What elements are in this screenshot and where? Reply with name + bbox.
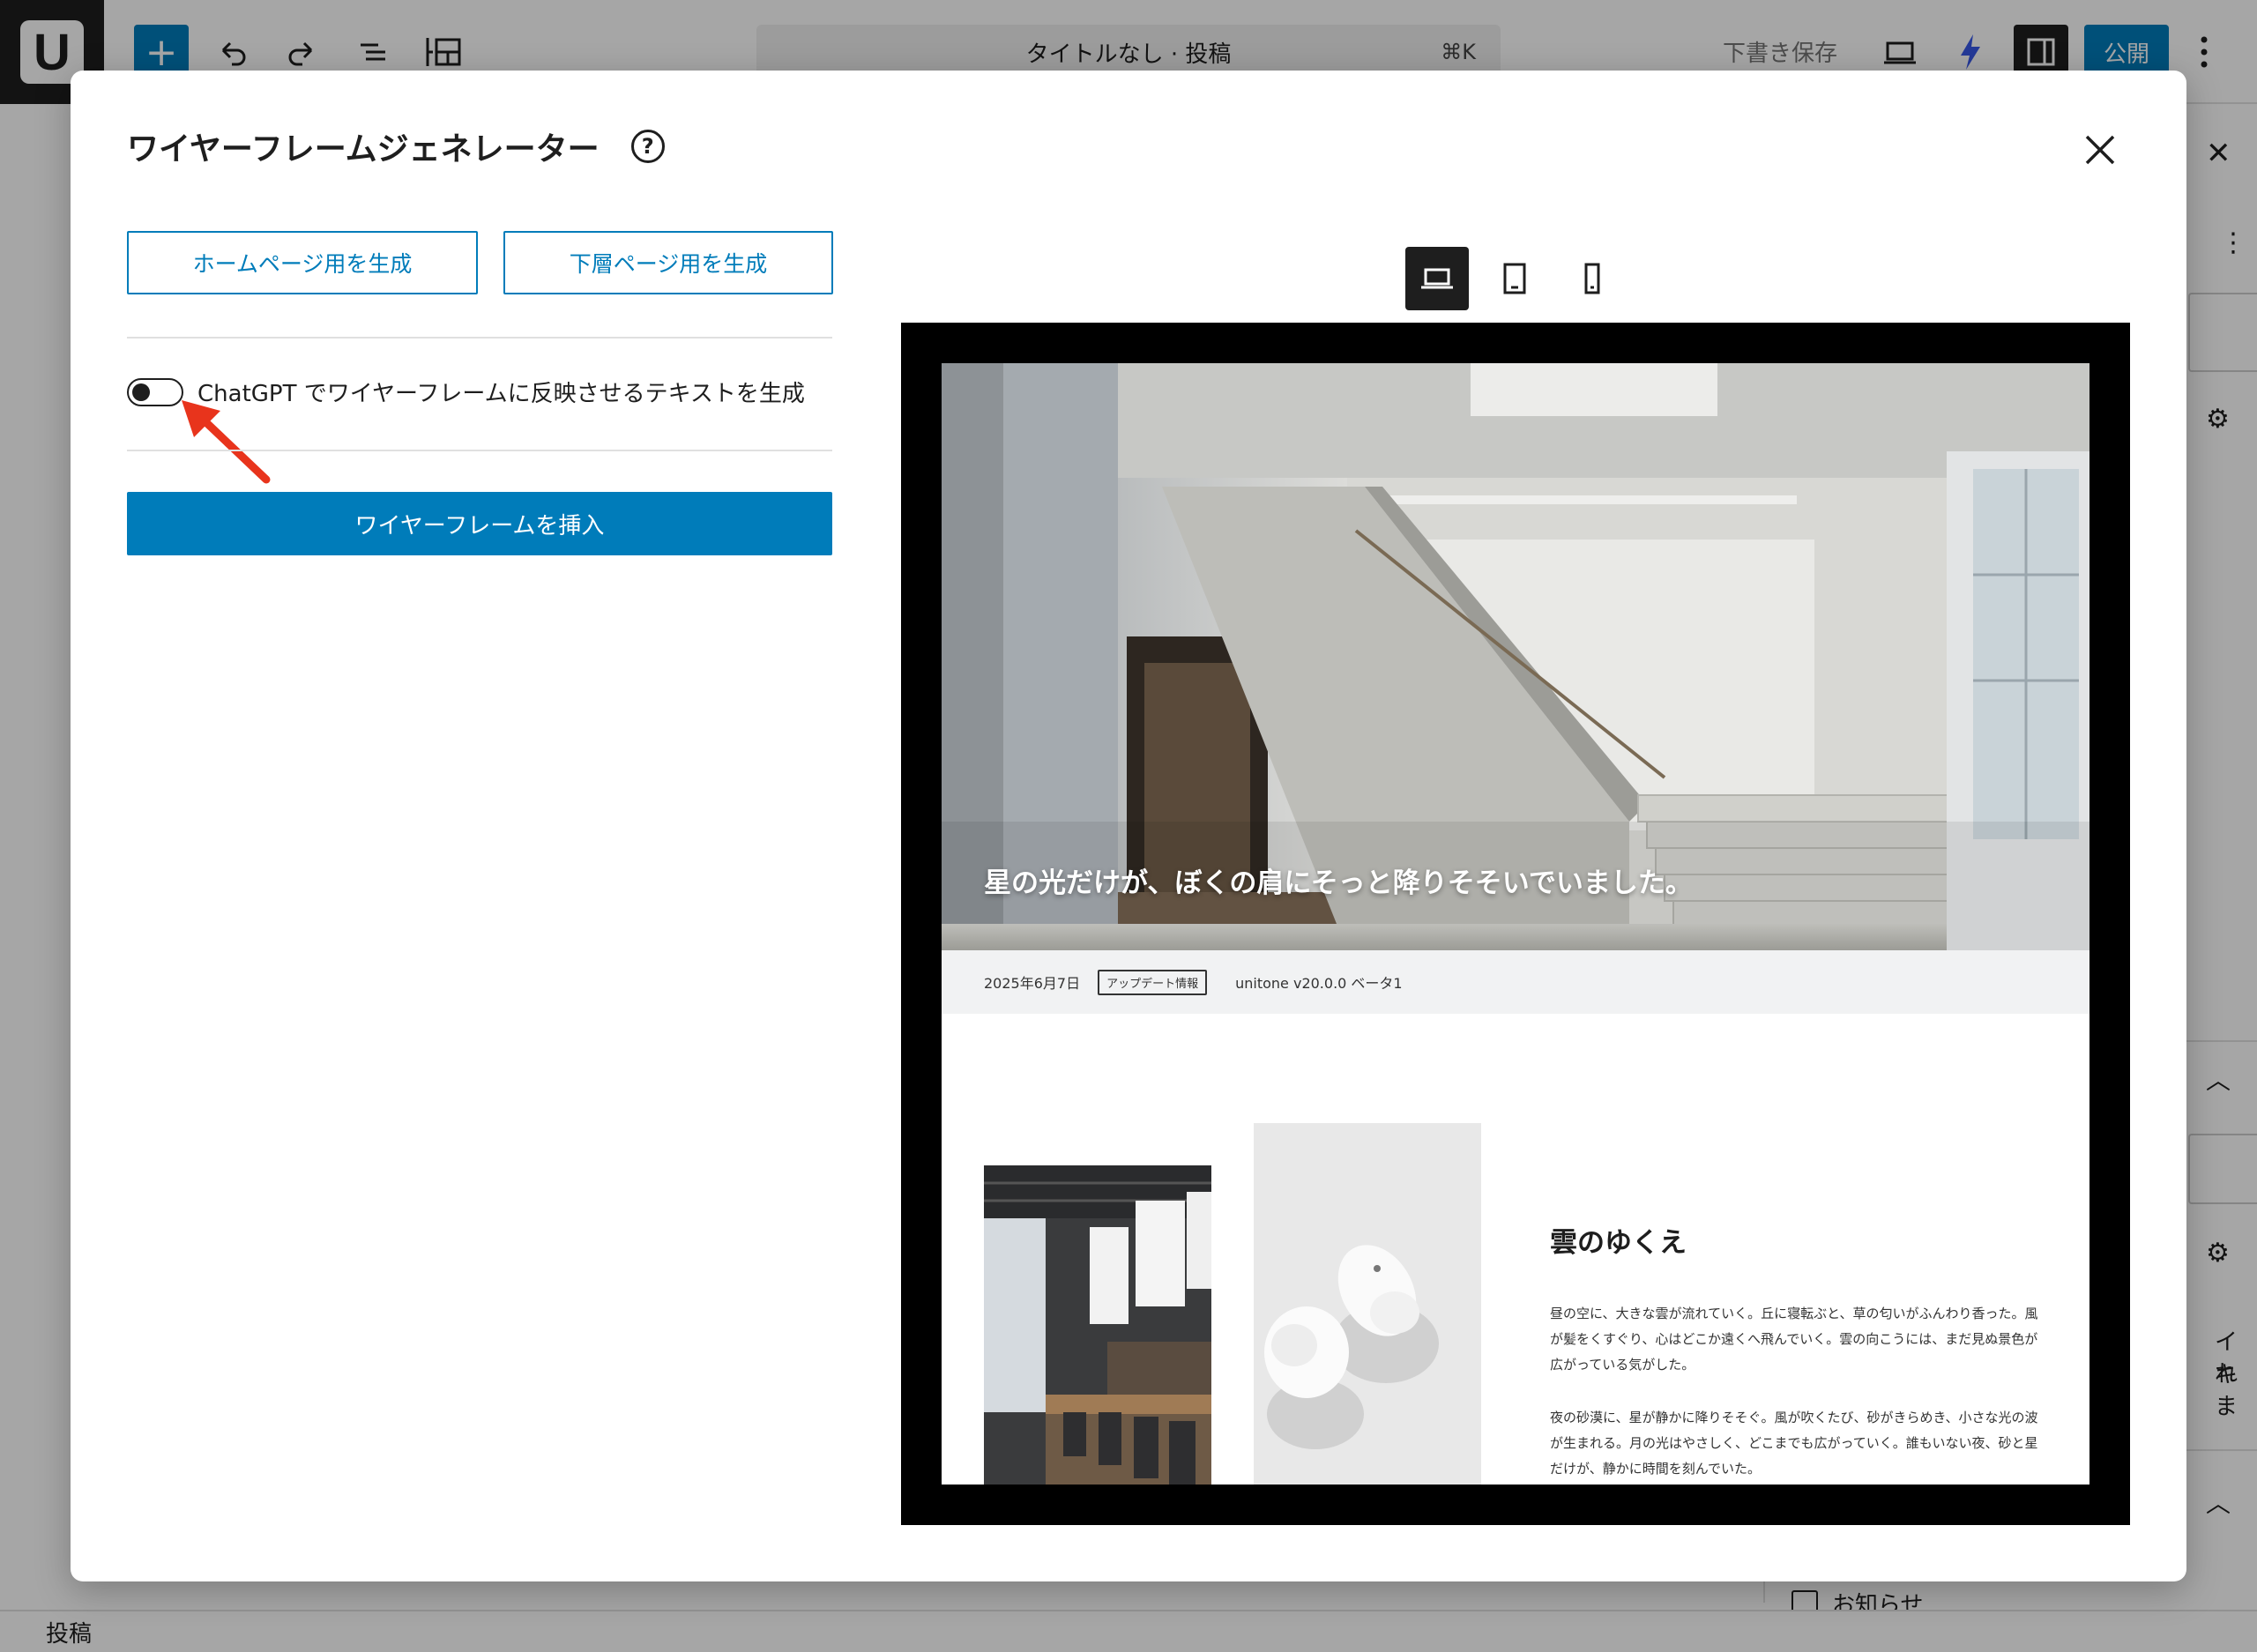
close-icon [2085, 135, 2115, 165]
tablet-icon [1503, 263, 1526, 294]
article-heading: 雲のゆくえ [1550, 1227, 1687, 1259]
device-switcher [1405, 247, 1624, 310]
divider-2 [127, 450, 832, 451]
help-icon[interactable]: ? [630, 130, 665, 163]
device-tablet-button[interactable] [1483, 247, 1546, 310]
article-paragraph-2: 夜の砂漠に、星が静かに降りそそぐ。風が吹くたび、砂がきらめき、小さな光の波が生ま… [1550, 1410, 2038, 1477]
chatgpt-toggle[interactable] [127, 377, 183, 406]
cafe-photo [984, 1165, 1211, 1485]
news-item[interactable]: 2025年6月7日 アップデート情報 unitone v20.0.0 ベータ1 [942, 950, 2089, 1014]
news-date: 2025年6月7日 [984, 975, 1081, 992]
toggle-knob [132, 383, 150, 401]
insert-wireframe-button[interactable]: ワイヤーフレームを挿入 [127, 492, 832, 555]
wireframe-preview-page[interactable]: 星の光だけが、ぼくの肩にそっと降りそそいでいました。 2025年6月7日 アップ… [942, 363, 2089, 1485]
article-paragraph: 昼の空に、大きな雲が流れていく。丘に寝転ぶと、草の匂いがふんわり香った。風が髪を… [1550, 1306, 2038, 1373]
modal-title: ワイヤーフレームジェネレーター [127, 131, 600, 167]
generate-home-button[interactable]: ホームページ用を生成 [127, 231, 478, 294]
divider [127, 337, 832, 339]
close-button[interactable] [2075, 125, 2125, 175]
modal-header: ワイヤーフレームジェネレーター ? [127, 123, 665, 169]
news-tag[interactable]: アップデート情報 [1098, 969, 1208, 995]
wireframe-generator-modal: ワイヤーフレームジェネレーター ? ホームページ用を生成 下層ページ用を生成 C… [71, 71, 2186, 1581]
generate-lower-page-button[interactable]: 下層ページ用を生成 [503, 231, 833, 294]
earbuds-photo [1254, 1123, 1481, 1485]
earbuds-image [1254, 1123, 1481, 1485]
device-mobile-button[interactable] [1561, 247, 1624, 310]
chatgpt-toggle-label[interactable]: ChatGPT でワイヤーフレームに反映させるテキストを生成 [197, 376, 805, 408]
device-desktop-button[interactable] [1405, 247, 1469, 310]
news-title[interactable]: unitone v20.0.0 ベータ1 [1235, 971, 1403, 993]
hero-text: 星の光だけが、ぼくの肩にそっと降りそそいでいました。 [984, 867, 1693, 899]
wireframe-preview-frame: 星の光だけが、ぼくの肩にそっと降りそそいでいました。 2025年6月7日 アップ… [901, 323, 2130, 1525]
cafe-image [984, 1165, 1211, 1485]
annotation-arrow-icon [182, 400, 271, 484]
mobile-icon [1584, 263, 1600, 294]
hero-image: 星の光だけが、ぼくの肩にそっと降りそそいでいました。 [942, 363, 2089, 950]
desktop-icon [1421, 268, 1453, 289]
